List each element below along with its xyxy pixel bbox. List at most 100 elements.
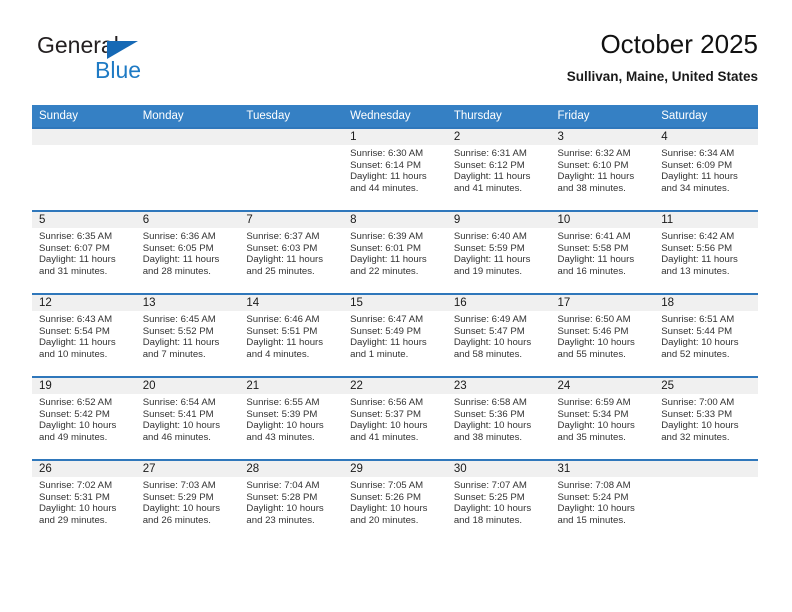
sunset-text: Sunset: 5:39 PM [246, 408, 318, 420]
sunset-text: Sunset: 6:05 PM [142, 242, 214, 254]
calendar-day-cell[interactable]: 4 Sunrise: 6:34 AM Sunset: 6:09 PM Daylight… [654, 127, 758, 211]
daylight-text: Daylight: 10 hours and 41 minutes. [350, 420, 428, 443]
sunrise-text: Sunrise: 6:32 AM [557, 148, 631, 159]
sunrise-text: Sunrise: 7:08 AM [557, 480, 631, 491]
calendar-week-row: 1 Sunrise: 6:30 AM Sunset: 6:14 PM Daylight… [32, 127, 758, 211]
day-details: Sunrise: 7:02 AM Sunset: 5:31 PM Daylight:… [32, 477, 136, 526]
calendar-day-cell[interactable]: 26 Sunrise: 7:02 AM Sunset: 5:31 PM Dayligh… [32, 459, 136, 542]
day-box [654, 461, 758, 542]
day-number: 26 [32, 461, 136, 477]
weekday-header-monday: Monday [135, 105, 240, 128]
day-box: 18 Sunrise: 6:51 AM Sunset: 5:44 PM Dayligh… [654, 295, 758, 376]
calendar-day-cell[interactable]: 29 Sunrise: 7:05 AM Sunset: 5:26 PM Dayligh… [343, 459, 447, 542]
daylight-text: Daylight: 10 hours and 26 minutes. [142, 503, 221, 526]
day-box: 20 Sunrise: 6:54 AM Sunset: 5:41 PM Dayligh… [135, 378, 240, 459]
day-box: 30 Sunrise: 7:07 AM Sunset: 5:25 PM Dayligh… [446, 461, 551, 542]
calendar-day-cell[interactable]: 27 Sunrise: 7:03 AM Sunset: 5:29 PM Dayligh… [135, 459, 240, 542]
calendar-day-cell[interactable]: 9 Sunrise: 6:40 AM Sunset: 5:59 PM Daylight… [446, 210, 551, 294]
day-number: 14 [239, 295, 344, 311]
sunrise-text: Sunrise: 6:45 AM [142, 314, 216, 325]
calendar-day-cell[interactable]: 25 Sunrise: 7:00 AM Sunset: 5:33 PM Dayligh… [654, 376, 758, 460]
calendar-day-cell[interactable]: 8 Sunrise: 6:39 AM Sunset: 6:01 PM Daylight… [343, 210, 447, 294]
sunset-text: Sunset: 5:24 PM [557, 491, 629, 503]
calendar-day-cell[interactable]: 6 Sunrise: 6:36 AM Sunset: 6:05 PM Daylight… [135, 210, 240, 294]
calendar-day-cell[interactable]: 22 Sunrise: 6:56 AM Sunset: 5:37 PM Dayligh… [343, 376, 447, 460]
day-number: 12 [32, 295, 136, 311]
sunrise-text: Sunrise: 7:04 AM [246, 480, 320, 491]
day-box: 13 Sunrise: 6:45 AM Sunset: 5:52 PM Dayligh… [135, 295, 240, 376]
sunset-text: Sunset: 6:07 PM [39, 242, 110, 254]
day-box: 21 Sunrise: 6:55 AM Sunset: 5:39 PM Dayligh… [239, 378, 344, 459]
day-number: 7 [239, 212, 344, 228]
sunrise-sunset-calendar: Sunday Monday Tuesday Wednesday Thursday… [32, 105, 758, 542]
calendar-day-cell[interactable]: 24 Sunrise: 6:59 AM Sunset: 5:34 PM Dayligh… [550, 376, 655, 460]
daylight-text: Daylight: 10 hours and 46 minutes. [142, 420, 221, 443]
calendar-day-cell[interactable]: 7 Sunrise: 6:37 AM Sunset: 6:03 PM Daylight… [239, 210, 344, 294]
sunset-text: Sunset: 5:28 PM [246, 491, 318, 503]
calendar-header-row: Sunday Monday Tuesday Wednesday Thursday… [32, 105, 758, 128]
day-number: 20 [135, 378, 240, 394]
day-number: 22 [343, 378, 447, 394]
sunrise-text: Sunrise: 6:55 AM [246, 397, 320, 408]
calendar-day-cell[interactable]: 19 Sunrise: 6:52 AM Sunset: 5:42 PM Dayligh… [32, 376, 136, 460]
day-number: 27 [135, 461, 240, 477]
day-number: 31 [550, 461, 655, 477]
day-number: 13 [135, 295, 240, 311]
general-blue-logo[interactable]: General Blue [37, 32, 237, 92]
day-number: 29 [343, 461, 447, 477]
day-number: 19 [32, 378, 136, 394]
sunset-text: Sunset: 5:51 PM [246, 325, 318, 337]
day-number [654, 461, 758, 477]
calendar-day-cell[interactable]: 10 Sunrise: 6:41 AM Sunset: 5:58 PM Dayligh… [550, 210, 655, 294]
sunrise-text: Sunrise: 6:41 AM [557, 231, 631, 242]
day-box: 2 Sunrise: 6:31 AM Sunset: 6:12 PM Daylight… [446, 129, 551, 210]
day-box [32, 129, 136, 210]
sunset-text: Sunset: 6:14 PM [350, 159, 422, 171]
day-box: 22 Sunrise: 6:56 AM Sunset: 5:37 PM Dayligh… [343, 378, 447, 459]
sunset-text: Sunset: 6:10 PM [557, 159, 629, 171]
calendar-day-cell[interactable]: 5 Sunrise: 6:35 AM Sunset: 6:07 PM Daylight… [32, 210, 136, 294]
calendar-day-cell[interactable]: 18 Sunrise: 6:51 AM Sunset: 5:44 PM Dayligh… [654, 293, 758, 377]
day-box: 23 Sunrise: 6:58 AM Sunset: 5:36 PM Dayligh… [446, 378, 551, 459]
daylight-text: Daylight: 10 hours and 52 minutes. [661, 337, 739, 360]
day-number: 5 [32, 212, 136, 228]
calendar-day-cell[interactable]: 21 Sunrise: 6:55 AM Sunset: 5:39 PM Dayligh… [239, 376, 344, 460]
day-details: Sunrise: 6:42 AM Sunset: 5:56 PM Daylight:… [654, 228, 758, 277]
sunrise-text: Sunrise: 6:31 AM [453, 148, 527, 159]
calendar-day-cell[interactable]: 16 Sunrise: 6:49 AM Sunset: 5:47 PM Dayligh… [446, 293, 551, 377]
daylight-text: Daylight: 11 hours and 7 minutes. [142, 337, 220, 360]
calendar-day-cell[interactable]: 13 Sunrise: 6:45 AM Sunset: 5:52 PM Dayligh… [135, 293, 240, 377]
daylight-text: Daylight: 10 hours and 43 minutes. [246, 420, 324, 443]
calendar-day-cell[interactable]: 20 Sunrise: 6:54 AM Sunset: 5:41 PM Dayligh… [135, 376, 240, 460]
day-box: 10 Sunrise: 6:41 AM Sunset: 5:58 PM Dayligh… [550, 212, 655, 293]
weekday-header-tuesday: Tuesday [239, 105, 344, 128]
calendar-day-cell[interactable]: 11 Sunrise: 6:42 AM Sunset: 5:56 PM Dayligh… [654, 210, 758, 294]
calendar-day-cell[interactable]: 2 Sunrise: 6:31 AM Sunset: 6:12 PM Daylight… [446, 127, 551, 211]
sunset-text: Sunset: 5:34 PM [557, 408, 629, 420]
sunrise-text: Sunrise: 6:58 AM [453, 397, 527, 408]
day-details: Sunrise: 6:40 AM Sunset: 5:59 PM Daylight:… [447, 228, 551, 277]
daylight-text: Daylight: 11 hours and 44 minutes. [350, 171, 427, 194]
calendar-day-cell[interactable]: 17 Sunrise: 6:50 AM Sunset: 5:46 PM Dayligh… [550, 293, 655, 377]
daylight-text: Daylight: 11 hours and 31 minutes. [39, 254, 116, 277]
day-details: Sunrise: 6:36 AM Sunset: 6:05 PM Daylight:… [136, 228, 240, 277]
calendar-day-cell[interactable]: 1 Sunrise: 6:30 AM Sunset: 6:14 PM Daylight… [343, 127, 447, 211]
sunset-text: Sunset: 5:56 PM [661, 242, 733, 254]
calendar-day-cell[interactable]: 3 Sunrise: 6:32 AM Sunset: 6:10 PM Daylight… [550, 127, 655, 211]
day-details: Sunrise: 6:52 AM Sunset: 5:42 PM Daylight:… [32, 394, 136, 443]
day-box: 1 Sunrise: 6:30 AM Sunset: 6:14 PM Daylight… [343, 129, 447, 210]
sunrise-text: Sunrise: 6:59 AM [557, 397, 631, 408]
calendar-day-cell[interactable]: 14 Sunrise: 6:46 AM Sunset: 5:51 PM Dayligh… [239, 293, 344, 377]
sunrise-text: Sunrise: 7:03 AM [142, 480, 216, 491]
calendar-day-cell[interactable]: 30 Sunrise: 7:07 AM Sunset: 5:25 PM Dayligh… [446, 459, 551, 542]
calendar-day-cell[interactable]: 31 Sunrise: 7:08 AM Sunset: 5:24 PM Dayligh… [550, 459, 655, 542]
day-number: 21 [239, 378, 344, 394]
calendar-day-cell[interactable]: 15 Sunrise: 6:47 AM Sunset: 5:49 PM Dayligh… [343, 293, 447, 377]
calendar-day-cell[interactable]: 12 Sunrise: 6:43 AM Sunset: 5:54 PM Dayligh… [32, 293, 136, 377]
day-box: 9 Sunrise: 6:40 AM Sunset: 5:59 PM Daylight… [446, 212, 551, 293]
calendar-day-cell[interactable]: 23 Sunrise: 6:58 AM Sunset: 5:36 PM Dayligh… [446, 376, 551, 460]
day-box: 27 Sunrise: 7:03 AM Sunset: 5:29 PM Dayligh… [135, 461, 240, 542]
calendar-day-cell[interactable]: 28 Sunrise: 7:04 AM Sunset: 5:28 PM Dayligh… [239, 459, 344, 542]
day-number: 4 [654, 129, 758, 145]
day-details: Sunrise: 6:43 AM Sunset: 5:54 PM Daylight:… [32, 311, 136, 360]
